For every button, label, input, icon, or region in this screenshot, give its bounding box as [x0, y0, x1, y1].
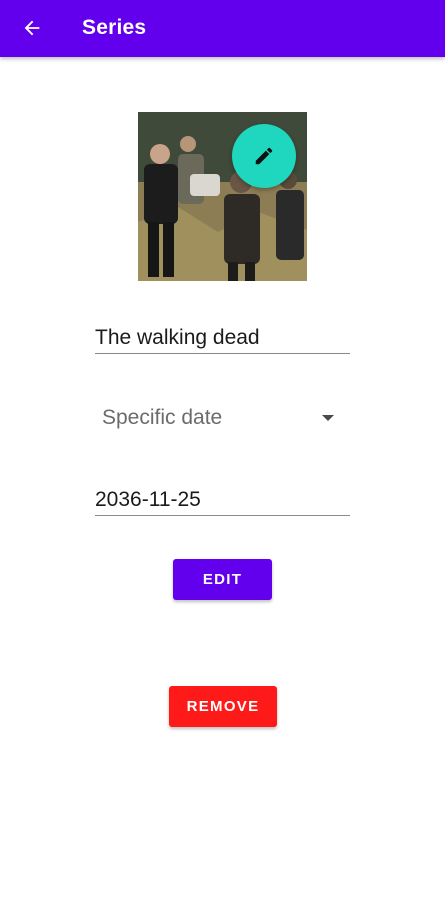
date-field	[95, 485, 350, 516]
poster-container	[138, 112, 307, 281]
edit-button[interactable]: EDIT	[173, 559, 272, 600]
date-input[interactable]	[95, 485, 350, 515]
pencil-icon	[255, 147, 273, 165]
page-title: Series	[82, 16, 147, 39]
date-type-dropdown[interactable]: Specific date	[95, 398, 345, 438]
arrow-left-icon	[24, 20, 40, 36]
dropdown-arrow-icon	[322, 415, 334, 421]
date-type-selected: Specific date	[102, 406, 223, 429]
back-button[interactable]	[14, 10, 50, 46]
edit-image-button[interactable]	[232, 124, 296, 188]
series-title-field	[95, 323, 350, 354]
title-underline	[95, 353, 350, 354]
date-underline	[95, 515, 350, 516]
remove-button[interactable]: REMOVE	[169, 686, 277, 727]
series-title-input[interactable]	[95, 323, 350, 353]
top-app-bar: Series	[0, 0, 445, 57]
